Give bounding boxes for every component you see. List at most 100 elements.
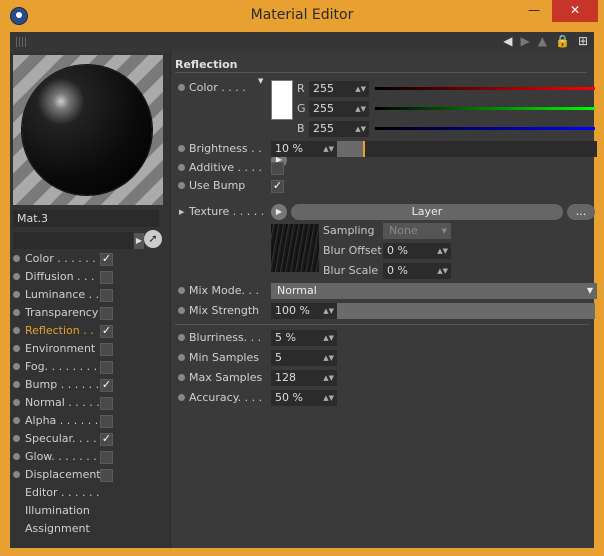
color-dropdown-arrow-icon[interactable]: ▼ — [258, 77, 263, 85]
blurriness-field[interactable]: 5 % ▲▼ — [271, 330, 337, 346]
channel-label: Reflection . . — [25, 324, 94, 337]
use-bump-checkbox[interactable]: ✓ — [271, 180, 284, 193]
animate-dot[interactable] — [178, 334, 185, 341]
animate-dot[interactable] — [178, 307, 185, 314]
animate-dot[interactable] — [178, 164, 185, 171]
blur-offset-field[interactable]: 0 % ▲▼ — [383, 243, 451, 259]
accuracy-field[interactable]: 50 % ▲▼ — [271, 390, 337, 406]
channel-item[interactable]: Assignment — [10, 520, 170, 538]
spinner-icon[interactable]: ▲▼ — [323, 390, 334, 406]
channel-checkbox[interactable] — [100, 451, 113, 464]
sampling-label: Sampling — [323, 224, 375, 237]
channel-checkbox[interactable] — [100, 289, 113, 302]
channel-item[interactable]: Environment — [10, 340, 170, 358]
channel-item[interactable]: Luminance . . — [10, 286, 170, 304]
channel-item[interactable]: Reflection . . ✓ — [10, 322, 170, 340]
up-arrow-icon[interactable]: ▲ — [538, 34, 547, 48]
window-title: Material Editor — [250, 7, 354, 23]
animate-dot[interactable] — [178, 394, 185, 401]
texture-layer-button[interactable]: Layer — [291, 204, 563, 220]
sampling-dropdown[interactable]: None ▼ — [383, 223, 451, 239]
color-swatch[interactable] — [271, 80, 293, 120]
brightness-slider[interactable] — [337, 141, 597, 157]
channel-checkbox[interactable]: ✓ — [100, 253, 113, 266]
title-bar[interactable]: Material Editor — □ ✕ — [0, 0, 604, 32]
texture-expand-icon[interactable]: ▶ — [179, 203, 184, 221]
channel-label: Editor . . . . . . — [25, 486, 100, 499]
animate-dot[interactable] — [178, 354, 185, 361]
editor-nav-icons: ◀ ▶ ▲ 🔒 ⊞ — [503, 34, 588, 48]
texture-thumbnail[interactable] — [271, 224, 319, 272]
new-window-icon[interactable]: ⊞ — [578, 34, 588, 48]
channel-checkbox[interactable] — [100, 271, 113, 284]
texture-menu-button[interactable]: ▶ — [271, 204, 287, 220]
additive-checkbox[interactable] — [271, 162, 284, 175]
animate-dot[interactable] — [178, 145, 185, 152]
spinner-icon[interactable]: ▲▼ — [323, 350, 334, 366]
r-slider[interactable] — [375, 87, 595, 90]
animate-dot[interactable] — [178, 287, 185, 294]
forward-arrow-icon[interactable]: ▶ — [521, 34, 530, 48]
spinner-icon[interactable]: ▲▼ — [355, 101, 366, 117]
blur-scale-field[interactable]: 0 % ▲▼ — [383, 263, 451, 279]
channel-checkbox[interactable] — [100, 307, 113, 320]
channel-checkbox[interactable] — [100, 343, 113, 356]
r-field[interactable]: 255 ▲▼ — [309, 81, 369, 97]
dropdown-arrow-icon: ▼ — [441, 227, 447, 235]
channel-item[interactable]: Diffusion . . . — [10, 268, 170, 286]
g-field[interactable]: 255 ▲▼ — [309, 101, 369, 117]
material-selector-field[interactable] — [13, 232, 133, 249]
brightness-field[interactable]: 10 % ▲▼ — [271, 141, 337, 157]
spinner-icon[interactable]: ▲▼ — [355, 121, 366, 137]
channel-checkbox[interactable] — [100, 469, 113, 482]
spinner-icon[interactable]: ▲▼ — [323, 370, 334, 386]
material-editor-window: Material Editor — □ ✕ ◀ ▶ ▲ 🔒 ⊞ Mat.3 ▶ … — [0, 0, 604, 556]
channel-dot — [13, 453, 20, 460]
channel-item[interactable]: Transparency — [10, 304, 170, 322]
animate-dot[interactable] — [178, 182, 185, 189]
channel-item[interactable]: Displacement — [10, 466, 170, 484]
channel-item[interactable]: Color . . . . . . ✓ — [10, 250, 170, 268]
spinner-icon[interactable]: ▲▼ — [323, 141, 334, 157]
max-samples-field[interactable]: 128 ▲▼ — [271, 370, 337, 386]
spinner-icon[interactable]: ▲▼ — [437, 243, 448, 259]
lock-icon[interactable]: 🔒 — [555, 34, 570, 48]
material-name-field[interactable]: Mat.3 — [13, 210, 159, 227]
spinner-icon[interactable]: ▲▼ — [355, 81, 366, 97]
b-field[interactable]: 255 ▲▼ — [309, 121, 369, 137]
g-slider[interactable] — [375, 107, 595, 110]
spinner-icon[interactable]: ▲▼ — [437, 263, 448, 279]
material-selector-arrow-icon[interactable]: ▶ — [134, 233, 144, 249]
material-preview[interactable] — [13, 55, 163, 205]
mix-strength-slider[interactable] — [337, 303, 597, 319]
channel-checkbox[interactable]: ✓ — [100, 433, 113, 446]
channel-item[interactable]: Bump . . . . . . ✓ — [10, 376, 170, 394]
min-samples-field[interactable]: 5 ▲▼ — [271, 350, 337, 366]
channel-item[interactable]: Specular. . . . ✓ — [10, 430, 170, 448]
texture-more-button[interactable]: ... — [567, 204, 595, 220]
channel-checkbox[interactable]: ✓ — [100, 325, 113, 338]
channel-checkbox[interactable] — [100, 397, 113, 410]
channel-item[interactable]: Normal . . . . . — [10, 394, 170, 412]
close-button[interactable]: ✕ — [552, 0, 598, 22]
animate-dot[interactable] — [178, 84, 185, 91]
spinner-icon[interactable]: ▲▼ — [323, 330, 334, 346]
channel-checkbox[interactable] — [100, 361, 113, 374]
channel-item[interactable]: Glow. . . . . . . — [10, 448, 170, 466]
close-icon: ✕ — [569, 3, 581, 17]
b-slider[interactable] — [375, 127, 595, 130]
minimize-button[interactable]: — — [520, 0, 548, 22]
channel-checkbox[interactable]: ✓ — [100, 379, 113, 392]
material-picker-icon[interactable]: ➚ — [144, 230, 162, 248]
grip-icon[interactable] — [16, 37, 28, 47]
mix-mode-dropdown[interactable]: Normal ▼ — [271, 283, 597, 299]
mix-strength-field[interactable]: 100 % ▲▼ — [271, 303, 337, 319]
channel-item[interactable]: Fog. . . . . . . . — [10, 358, 170, 376]
spinner-icon[interactable]: ▲▼ — [323, 303, 334, 319]
channel-checkbox[interactable] — [100, 415, 113, 428]
channel-item[interactable]: Alpha . . . . . . — [10, 412, 170, 430]
channel-item[interactable]: Editor . . . . . . — [10, 484, 170, 502]
back-arrow-icon[interactable]: ◀ — [503, 34, 512, 48]
channel-item[interactable]: Illumination — [10, 502, 170, 520]
animate-dot[interactable] — [178, 374, 185, 381]
